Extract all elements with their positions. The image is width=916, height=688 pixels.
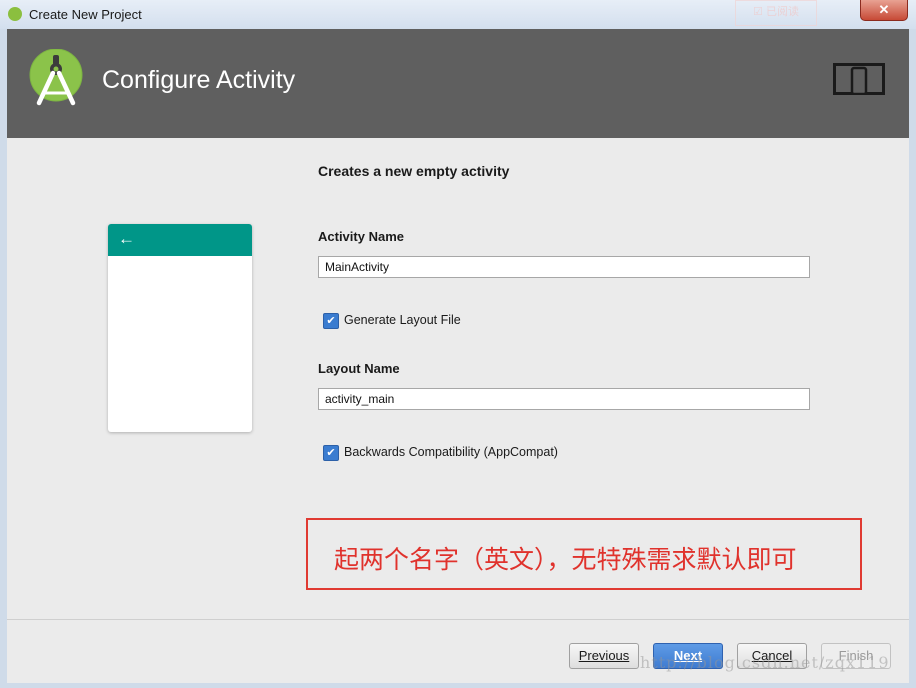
phone-tablet-icon	[833, 63, 885, 95]
screenshot-watermark-tag: ☑ 已阅读	[735, 0, 817, 26]
generate-layout-label: Generate Layout File	[344, 313, 461, 327]
annotation-text: 起两个名字（英文），无特殊需求默认即可	[334, 545, 797, 574]
wizard-header: Configure Activity	[7, 29, 909, 138]
blog-watermark: http://blog.csdn.net/zqx119	[640, 653, 890, 672]
layout-name-label: Layout Name	[318, 361, 400, 376]
layout-name-input[interactable]: activity_main	[318, 388, 810, 410]
wizard-content: ← Creates a new empty activity Activity …	[7, 138, 909, 619]
generate-layout-checkbox[interactable]: ✔	[323, 313, 339, 329]
activity-preview: ←	[108, 224, 252, 432]
page-title: Configure Activity	[102, 66, 296, 94]
wizard-footer: Previous Next Cancel Finish	[7, 620, 909, 683]
preview-toolbar: ←	[108, 224, 252, 256]
activity-name-input[interactable]: MainActivity	[318, 256, 810, 278]
android-studio-app-icon	[8, 7, 22, 21]
window-close-button[interactable]: ✕	[860, 0, 908, 21]
title-bar: Create New Project ☑ 已阅读 ✕	[0, 0, 916, 30]
window-frame-right	[909, 29, 916, 688]
window-frame-left	[0, 29, 7, 688]
backwards-compat-checkbox[interactable]: ✔	[323, 445, 339, 461]
previous-button[interactable]: Previous	[569, 643, 639, 669]
back-arrow-icon: ←	[118, 229, 135, 248]
activity-name-label: Activity Name	[318, 229, 404, 244]
backwards-compat-label: Backwards Compatibility (AppCompat)	[344, 445, 558, 459]
form-heading: Creates a new empty activity	[318, 163, 510, 179]
window-frame-bottom	[0, 683, 916, 688]
window-title: Create New Project	[29, 7, 142, 22]
annotation-box: 起两个名字（英文），无特殊需求默认即可	[306, 518, 862, 590]
android-studio-logo-icon	[29, 49, 83, 106]
